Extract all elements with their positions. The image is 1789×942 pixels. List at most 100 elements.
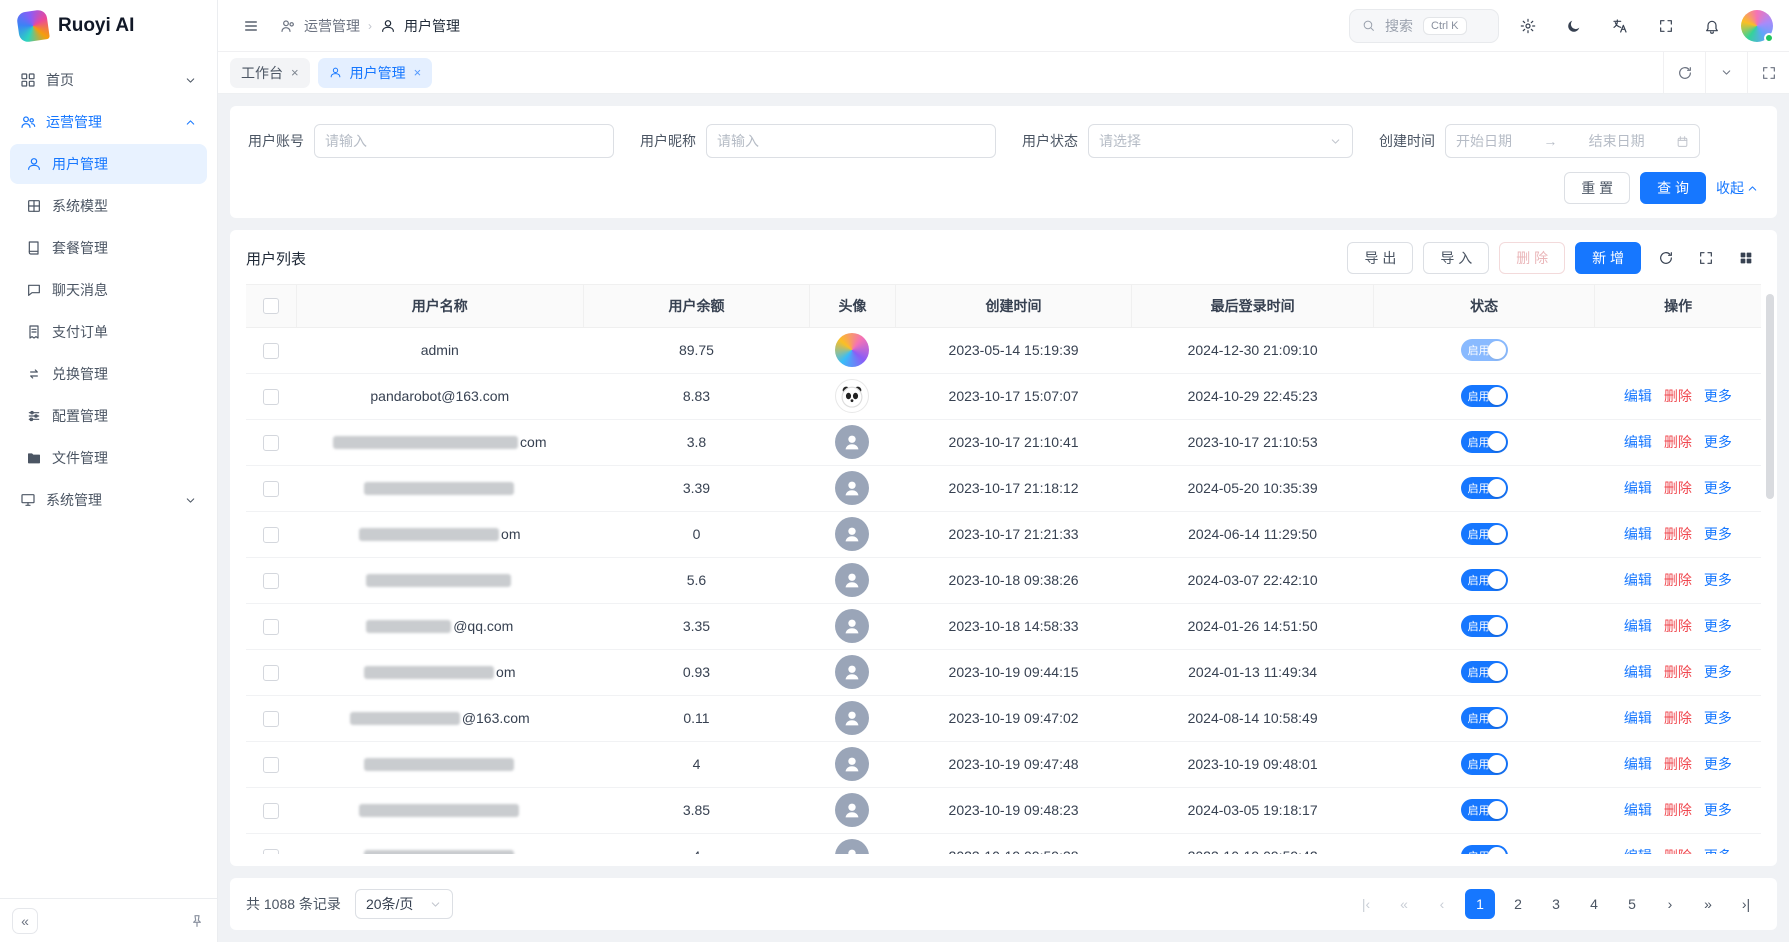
delete-button[interactable]: 删 除 [1499,242,1565,274]
delete-link[interactable]: 删除 [1664,848,1692,854]
edit-link[interactable]: 编辑 [1624,526,1652,542]
more-link[interactable]: 更多 [1704,388,1732,404]
page-button-4[interactable]: 4 [1579,889,1609,919]
more-link[interactable]: 更多 [1704,664,1732,680]
global-search[interactable]: 搜索 Ctrl K [1349,9,1499,43]
status-toggle[interactable]: 启用 [1461,385,1508,407]
import-button[interactable]: 导 入 [1423,242,1489,274]
edit-link[interactable]: 编辑 [1624,710,1652,726]
sidebar-item-operations[interactable]: 运营管理 [10,102,207,142]
settings-button[interactable] [1511,9,1545,43]
delete-link[interactable]: 删除 [1664,388,1692,404]
edit-link[interactable]: 编辑 [1624,802,1652,818]
prev-page-button[interactable]: ‹ [1427,889,1457,919]
more-link[interactable]: 更多 [1704,434,1732,450]
more-link[interactable]: 更多 [1704,802,1732,818]
status-toggle[interactable]: 启用 [1461,707,1508,729]
delete-link[interactable]: 删除 [1664,480,1692,496]
page-button-1[interactable]: 1 [1465,889,1495,919]
status-toggle[interactable]: 启用 [1461,431,1508,453]
collapse-filters-link[interactable]: 收起 [1716,178,1759,198]
close-tab-icon[interactable]: × [414,65,422,80]
add-button[interactable]: 新 增 [1575,242,1641,274]
status-toggle[interactable]: 启用 [1461,845,1508,854]
more-link[interactable]: 更多 [1704,572,1732,588]
edit-link[interactable]: 编辑 [1624,664,1652,680]
refresh-table-button[interactable] [1651,243,1681,273]
sidebar-item-payment-orders[interactable]: 支付订单 [10,312,207,352]
status-toggle[interactable]: 启用 [1461,569,1508,591]
row-checkbox[interactable] [263,757,279,773]
page-button-3[interactable]: 3 [1541,889,1571,919]
refresh-tab-button[interactable] [1663,52,1705,93]
page-button-5[interactable]: 5 [1617,889,1647,919]
reset-button[interactable]: 重 置 [1564,172,1630,204]
delete-link[interactable]: 删除 [1664,572,1692,588]
edit-link[interactable]: 编辑 [1624,434,1652,450]
breadcrumb-level1[interactable]: 运营管理 [304,16,360,36]
more-link[interactable]: 更多 [1704,710,1732,726]
tab-options-chevron-icon[interactable] [1705,52,1747,93]
jump-next-button[interactable]: » [1693,889,1723,919]
dark-mode-button[interactable] [1557,9,1591,43]
status-toggle[interactable]: 启用 [1461,523,1508,545]
delete-link[interactable]: 删除 [1664,434,1692,450]
more-link[interactable]: 更多 [1704,480,1732,496]
row-checkbox[interactable] [263,435,279,451]
more-link[interactable]: 更多 [1704,526,1732,542]
edit-link[interactable]: 编辑 [1624,618,1652,634]
row-checkbox[interactable] [263,527,279,543]
next-page-button[interactable]: › [1655,889,1685,919]
row-checkbox[interactable] [263,481,279,497]
sidebar-item-user-management[interactable]: 用户管理 [10,144,207,184]
nickname-input[interactable] [717,133,985,149]
last-page-button[interactable]: ›| [1731,889,1761,919]
close-tab-icon[interactable]: × [291,65,299,80]
export-button[interactable]: 导 出 [1347,242,1413,274]
hamburger-menu-icon[interactable] [234,9,268,43]
more-link[interactable]: 更多 [1704,756,1732,772]
row-checkbox[interactable] [263,803,279,819]
notifications-button[interactable] [1695,9,1729,43]
delete-link[interactable]: 删除 [1664,664,1692,680]
collapse-sidebar-button[interactable]: « [12,908,38,934]
edit-link[interactable]: 编辑 [1624,572,1652,588]
tab-workbench[interactable]: 工作台 × [230,58,310,88]
tab-user-management[interactable]: 用户管理 × [318,58,433,88]
delete-link[interactable]: 删除 [1664,526,1692,542]
delete-link[interactable]: 删除 [1664,710,1692,726]
status-toggle[interactable]: 启用 [1461,661,1508,683]
maximize-content-button[interactable] [1747,52,1789,93]
row-checkbox[interactable] [263,389,279,405]
more-link[interactable]: 更多 [1704,618,1732,634]
edit-link[interactable]: 编辑 [1624,756,1652,772]
status-toggle[interactable]: 启用 [1461,615,1508,637]
row-checkbox[interactable] [263,665,279,681]
row-checkbox[interactable] [263,343,279,359]
fullscreen-table-button[interactable] [1691,243,1721,273]
translate-button[interactable] [1603,9,1637,43]
status-toggle[interactable]: 启用 [1461,477,1508,499]
sidebar-item-system-management[interactable]: 系统管理 [10,480,207,520]
select-all-checkbox[interactable] [263,298,279,314]
delete-link[interactable]: 删除 [1664,618,1692,634]
jump-prev-button[interactable]: « [1389,889,1419,919]
column-settings-button[interactable] [1731,243,1761,273]
account-input[interactable] [325,133,603,149]
pin-icon[interactable] [189,913,205,929]
sidebar-item-config[interactable]: 配置管理 [10,396,207,436]
status-select[interactable]: 请选择 [1088,124,1353,158]
sidebar-item-redeem[interactable]: 兑换管理 [10,354,207,394]
page-button-2[interactable]: 2 [1503,889,1533,919]
status-toggle[interactable]: 启用 [1461,799,1508,821]
sidebar-item-chat-messages[interactable]: 聊天消息 [10,270,207,310]
sidebar-item-plans[interactable]: 套餐管理 [10,228,207,268]
sidebar-item-files[interactable]: 文件管理 [10,438,207,478]
status-toggle[interactable]: 启用 [1461,753,1508,775]
table-scrollbar[interactable] [1766,294,1774,499]
delete-link[interactable]: 删除 [1664,802,1692,818]
delete-link[interactable]: 删除 [1664,756,1692,772]
date-range-picker[interactable]: 开始日期 → 结束日期 [1445,124,1700,158]
fullscreen-button[interactable] [1649,9,1683,43]
more-link[interactable]: 更多 [1704,848,1732,854]
